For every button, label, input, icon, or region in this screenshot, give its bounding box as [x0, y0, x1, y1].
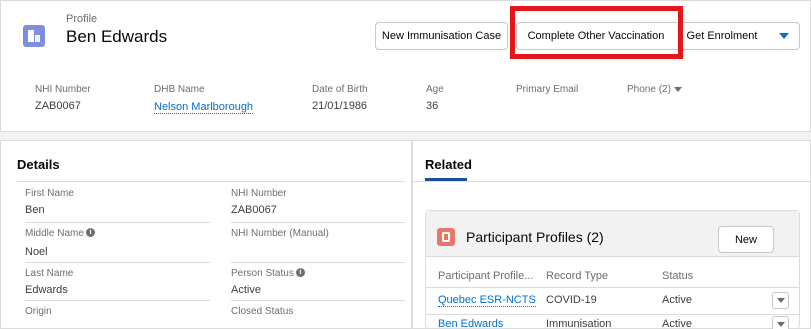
- last-name-value: Edwards: [25, 284, 68, 296]
- dhb-name-link[interactable]: Nelson Marlborough: [154, 101, 254, 114]
- phone-dropdown[interactable]: Phone (2): [627, 84, 682, 95]
- details-nhi-value: ZAB0067: [231, 204, 277, 216]
- record-name: Ben Edwards: [66, 27, 168, 46]
- row-actions-button[interactable]: [772, 292, 789, 309]
- divider: [231, 300, 405, 301]
- age-label: Age: [426, 84, 444, 95]
- info-icon[interactable]: i: [295, 268, 305, 277]
- primary-email-label: Primary Email: [516, 84, 579, 95]
- date-of-birth-label: Date of Birth: [312, 84, 368, 95]
- middle-name-label: Middle Name: [25, 228, 84, 239]
- status-cell: Active: [662, 318, 692, 329]
- object-label: Profile: [66, 13, 98, 25]
- profile-icon: [23, 25, 45, 47]
- participant-profile-link[interactable]: Ben Edwards: [438, 318, 503, 329]
- dhb-name-label: DHB Name: [154, 84, 205, 95]
- first-name-label: First Name: [25, 188, 74, 199]
- chevron-down-icon: [776, 298, 785, 303]
- person-status-value: Active: [231, 284, 261, 296]
- nhi-manual-label: NHI Number (Manual): [231, 228, 329, 239]
- more-actions-button[interactable]: [769, 22, 800, 50]
- chevron-down-icon: [776, 322, 785, 327]
- divider: [25, 262, 210, 263]
- divider: [17, 181, 405, 182]
- closed-status-label: Closed Status: [231, 306, 294, 317]
- details-title: Details: [17, 157, 60, 172]
- chevron-down-icon: [779, 33, 789, 39]
- divider: [231, 262, 405, 263]
- date-of-birth-value: 21/01/1986: [312, 100, 368, 112]
- annotation-highlight-box: [510, 6, 683, 59]
- info-icon[interactable]: i: [85, 228, 95, 237]
- nhi-number-label: NHI Number: [35, 84, 91, 95]
- divider: [426, 287, 799, 288]
- person-status-label-wrap: Person Status i: [231, 268, 305, 279]
- record-header: [0, 0, 811, 132]
- divider: [426, 314, 799, 315]
- column-header-record-type[interactable]: Record Type: [546, 270, 608, 282]
- new-immunisation-case-button[interactable]: New Immunisation Case: [375, 22, 508, 50]
- participant-profile-icon: [437, 228, 455, 246]
- age-value: 36: [426, 100, 439, 112]
- new-participant-profile-button[interactable]: New: [718, 226, 774, 253]
- origin-label: Origin: [25, 306, 52, 317]
- get-enrolment-button[interactable]: Get Enrolment: [675, 22, 770, 50]
- tab-related[interactable]: Related: [425, 157, 472, 172]
- status-cell: Active: [662, 294, 692, 306]
- first-name-value: Ben: [25, 204, 45, 216]
- middle-name-value: Noel: [25, 246, 48, 258]
- divider: [25, 222, 210, 223]
- related-list-title[interactable]: Participant Profiles (2): [466, 229, 604, 245]
- nhi-number-value: ZAB0067: [35, 100, 81, 112]
- divider: [413, 181, 810, 182]
- divider: [25, 300, 210, 301]
- divider: [231, 222, 405, 223]
- person-status-label: Person Status: [231, 268, 294, 279]
- participant-profile-link[interactable]: Quebec ESR-NCTS: [438, 294, 536, 307]
- record-type-cell: Immunisation: [546, 318, 612, 329]
- column-header-status[interactable]: Status: [662, 270, 693, 282]
- caret-down-icon: [673, 86, 682, 92]
- record-type-cell: COVID-19: [546, 294, 597, 306]
- middle-name-label-wrap: Middle Name i: [25, 228, 95, 239]
- last-name-label: Last Name: [25, 268, 74, 279]
- row-actions-button[interactable]: [772, 316, 789, 329]
- column-header-participant-profile[interactable]: Participant Profile...: [438, 270, 533, 282]
- phone-label: Phone (2): [627, 84, 671, 95]
- details-nhi-label: NHI Number: [231, 188, 287, 199]
